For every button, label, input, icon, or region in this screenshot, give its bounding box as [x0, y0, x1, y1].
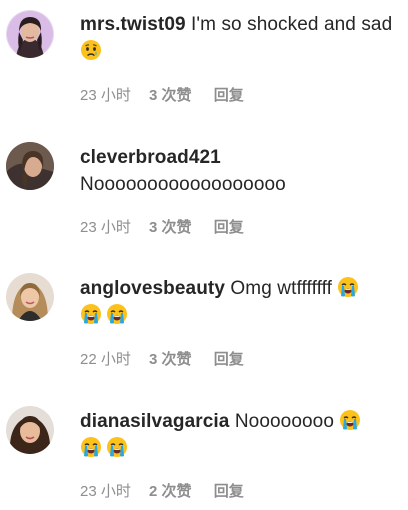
comment-username[interactable]: mrs.twist09: [80, 14, 186, 35]
comment-username[interactable]: dianasilvagarcia: [80, 411, 229, 432]
comment-text: dianasilvagarcia Noooooooo: [80, 408, 398, 462]
comment-username[interactable]: anglovesbeauty: [80, 278, 225, 299]
crying-face-icon: [106, 436, 128, 458]
comment-message: Omg wtfffffff: [230, 278, 333, 299]
comment-meta: 22 小时 3 次赞 回复: [80, 350, 244, 370]
comment-text: anglovesbeauty Omg wtfffffff: [80, 275, 398, 329]
comment-meta: 23 小时 3 次赞 回复: [80, 86, 244, 106]
reply-button[interactable]: 回复: [214, 482, 244, 502]
comment-message: Noooooooooooooooooo: [80, 174, 286, 195]
avatar[interactable]: [6, 10, 54, 58]
comment-username[interactable]: cleverbroad421: [80, 147, 221, 168]
comment-meta: 23 小时 3 次赞 回复: [80, 218, 244, 238]
avatar[interactable]: [6, 406, 54, 454]
crying-face-icon: [339, 409, 361, 431]
reply-button[interactable]: 回复: [214, 350, 244, 370]
crying-face-icon: [80, 436, 102, 458]
comment-timestamp: 22 小时: [80, 351, 131, 368]
avatar[interactable]: [6, 273, 54, 321]
comment-message: I'm so shocked and sad: [191, 14, 393, 35]
comment-like-count[interactable]: 3 次赞: [149, 218, 192, 238]
comment-like-count[interactable]: 2 次赞: [149, 482, 192, 502]
comment-meta: 23 小时 2 次赞 回复: [80, 482, 244, 502]
comment-like-count[interactable]: 3 次赞: [149, 86, 192, 106]
sad-face-icon: [80, 39, 102, 61]
crying-face-icon: [337, 276, 359, 298]
comment-like-count[interactable]: 3 次赞: [149, 350, 192, 370]
comment-timestamp: 23 小时: [80, 483, 131, 500]
comment-text: cleverbroad421 Noooooooooooooooooo: [80, 144, 398, 198]
comment-text: mrs.twist09 I'm so shocked and sad: [80, 11, 398, 65]
reply-button[interactable]: 回复: [214, 86, 244, 106]
comment-message: Noooooooo: [234, 411, 335, 432]
crying-face-icon: [106, 303, 128, 325]
avatar[interactable]: [6, 142, 54, 190]
comment-timestamp: 23 小时: [80, 219, 131, 236]
crying-face-icon: [80, 303, 102, 325]
reply-button[interactable]: 回复: [214, 218, 244, 238]
comment-timestamp: 23 小时: [80, 87, 131, 104]
